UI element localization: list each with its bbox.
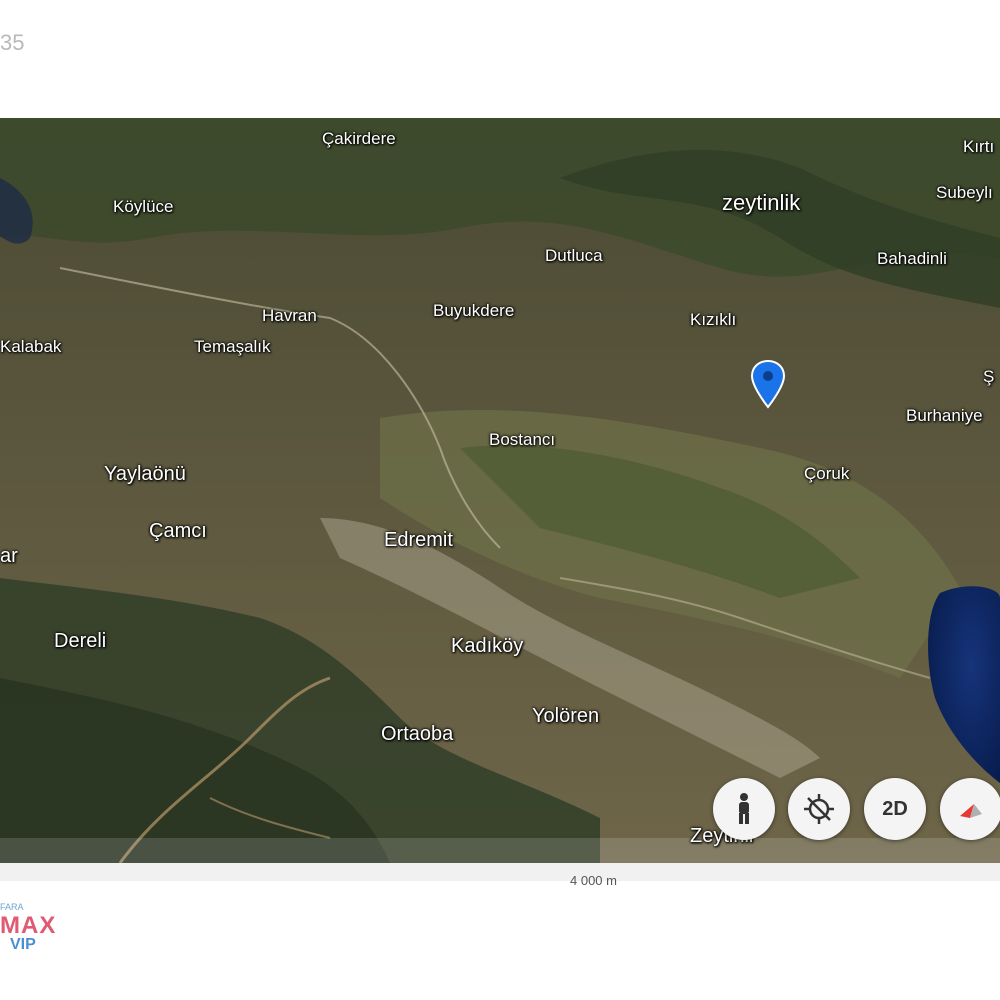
logo-tagline: FARA <box>0 902 24 912</box>
brand-logo: FARA MAX VIP <box>0 880 60 970</box>
place-label-yaylaonu: Yaylaönü <box>104 463 186 485</box>
place-label-dereli: Dereli <box>54 630 107 652</box>
place-label-burhaniye: Burhaniye <box>906 406 983 425</box>
north-arrow-icon <box>960 804 982 818</box>
place-label-coruk: Çoruk <box>804 464 850 483</box>
place-label-dutluca: Dutluca <box>545 246 603 265</box>
place-label-zeytinlik: zeytinlik <box>722 190 801 215</box>
place-label-bostanci: Bostancı <box>489 430 556 449</box>
location-pin-icon[interactable] <box>749 359 787 409</box>
compass-button[interactable] <box>788 778 850 840</box>
place-label-bahadinli: Bahadinli <box>877 249 947 268</box>
place-label-temasalik: Temaşalık <box>194 337 271 356</box>
pegman-icon <box>739 793 749 824</box>
terrain-imagery <box>0 118 1000 863</box>
place-label-subeyli: Subeylı <box>936 183 993 202</box>
page: 35 Çakirdere Kırtı Köylüce zeytinlik Sub… <box>0 0 1000 1000</box>
place-label-kalabak: Kalabak <box>0 337 62 356</box>
place-label-edremit: Edremit <box>384 529 453 551</box>
place-label-ortaoba: Ortaoba <box>381 723 454 745</box>
logo-vip: VIP <box>10 936 36 953</box>
scale-label: 4 000 m <box>570 873 617 888</box>
view-2d-label: 2D <box>882 797 908 820</box>
place-label-cakirdere: Çakirdere <box>322 129 396 148</box>
satellite-map[interactable]: Çakirdere Kırtı Köylüce zeytinlik Subeyl… <box>0 118 1000 863</box>
photo-counter: 35 <box>0 30 25 55</box>
place-label-kizikli: Kızıklı <box>690 310 737 329</box>
street-view-button[interactable] <box>713 778 775 840</box>
place-label-yoloren: Yolören <box>532 705 600 727</box>
scale-bar: 4 000 m <box>0 863 1000 888</box>
place-label-kadikoy: Kadıköy <box>451 635 524 657</box>
place-label-koyluce: Köylüce <box>113 197 174 216</box>
compass-icon <box>804 794 834 824</box>
view-2d-button[interactable]: 2D <box>864 778 926 840</box>
place-label-ar-partial: ar <box>0 545 18 567</box>
place-label-buyukdere: Buyukdere <box>433 301 515 320</box>
place-label-s-partial: Ş <box>983 367 995 386</box>
place-label-kirti: Kırtı <box>963 137 995 156</box>
orientation-button[interactable] <box>940 778 1000 840</box>
place-label-havran: Havran <box>262 306 317 325</box>
place-label-camci: Çamcı <box>149 520 207 542</box>
